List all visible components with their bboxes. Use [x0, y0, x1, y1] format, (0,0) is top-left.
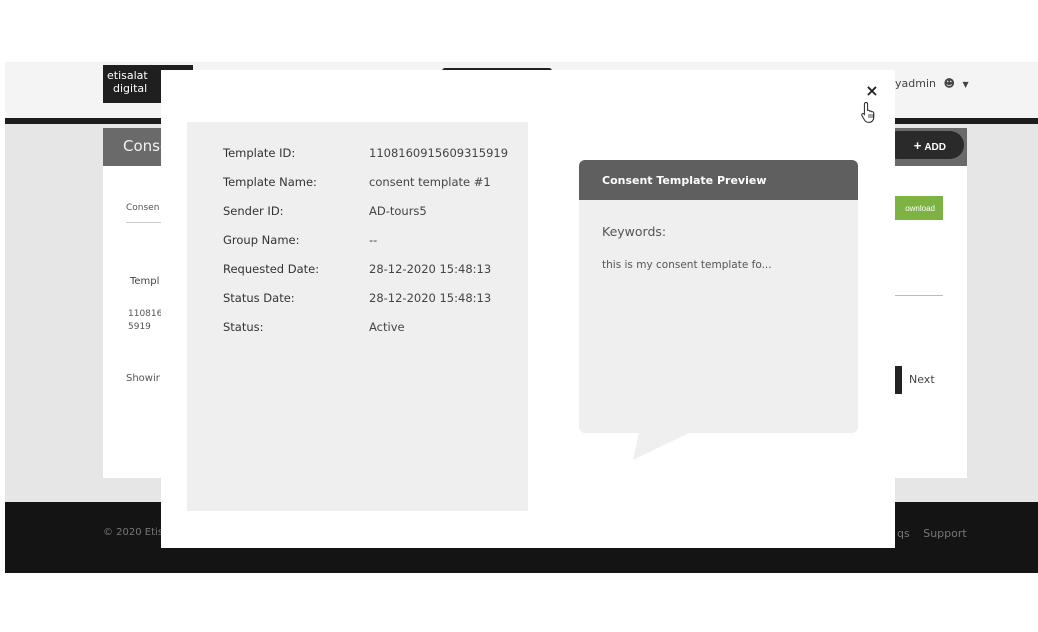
detail-value-sender-id: AD-tours5 — [369, 204, 427, 218]
table-column-header: Templ — [130, 276, 160, 287]
detail-label-status: Status: — [223, 320, 264, 334]
filter-label: Consen — [126, 203, 160, 213]
detail-label-requested-date: Requested Date: — [223, 262, 320, 276]
row-id-line2: 5919 — [128, 322, 151, 332]
preview-title: Consent Template Preview — [602, 174, 767, 187]
speech-bubble-tail — [633, 432, 691, 460]
detail-label-template-id: Template ID: — [223, 146, 296, 160]
preview-keywords-label: Keywords: — [602, 224, 667, 239]
plus-icon: + — [913, 138, 922, 153]
caret-down-icon: ▼ — [962, 80, 969, 89]
detail-value-template-name: consent template #1 — [369, 175, 491, 189]
preview-message-text: this is my consent template fo... — [602, 259, 772, 271]
detail-value-status-date: 28-12-2020 15:48:13 — [369, 291, 492, 305]
detail-value-status: Active — [369, 320, 405, 334]
user-menu[interactable]: yadmin ☻ ▼ — [895, 77, 969, 90]
detail-label-group-name: Group Name: — [223, 233, 300, 247]
filter-underline — [126, 222, 166, 223]
footer-link-faqs[interactable]: qs — [897, 527, 910, 540]
table-divider — [895, 295, 943, 296]
add-button[interactable]: + ADD — [884, 131, 964, 159]
detail-value-requested-date: 28-12-2020 15:48:13 — [369, 262, 492, 276]
detail-value-template-id: 1108160915609315919 — [369, 146, 509, 160]
footer-links: qs Support — [897, 527, 977, 540]
user-name: yadmin — [895, 77, 936, 90]
table-row[interactable]: 110816 5919 — [128, 308, 162, 334]
detail-value-group-name: -- — [369, 233, 378, 247]
pagination-next[interactable]: Next — [909, 373, 935, 386]
detail-label-template-name: Template Name: — [223, 175, 317, 189]
pagination-current-page[interactable] — [895, 366, 902, 394]
pagination-info: Showir — [126, 373, 160, 384]
user-circle-icon: ☻ — [943, 77, 955, 90]
hand-pointer-icon — [861, 101, 875, 123]
add-label: ADD — [924, 142, 946, 153]
close-icon[interactable]: × — [864, 82, 880, 100]
template-preview-bubble — [579, 160, 858, 433]
detail-label-status-date: Status Date: — [223, 291, 295, 305]
detail-label-sender-id: Sender ID: — [223, 204, 284, 218]
row-id-line1: 110816 — [128, 309, 163, 319]
footer-link-support[interactable]: Support — [923, 527, 966, 540]
copyright-text: © 2020 Etis — [103, 527, 164, 538]
